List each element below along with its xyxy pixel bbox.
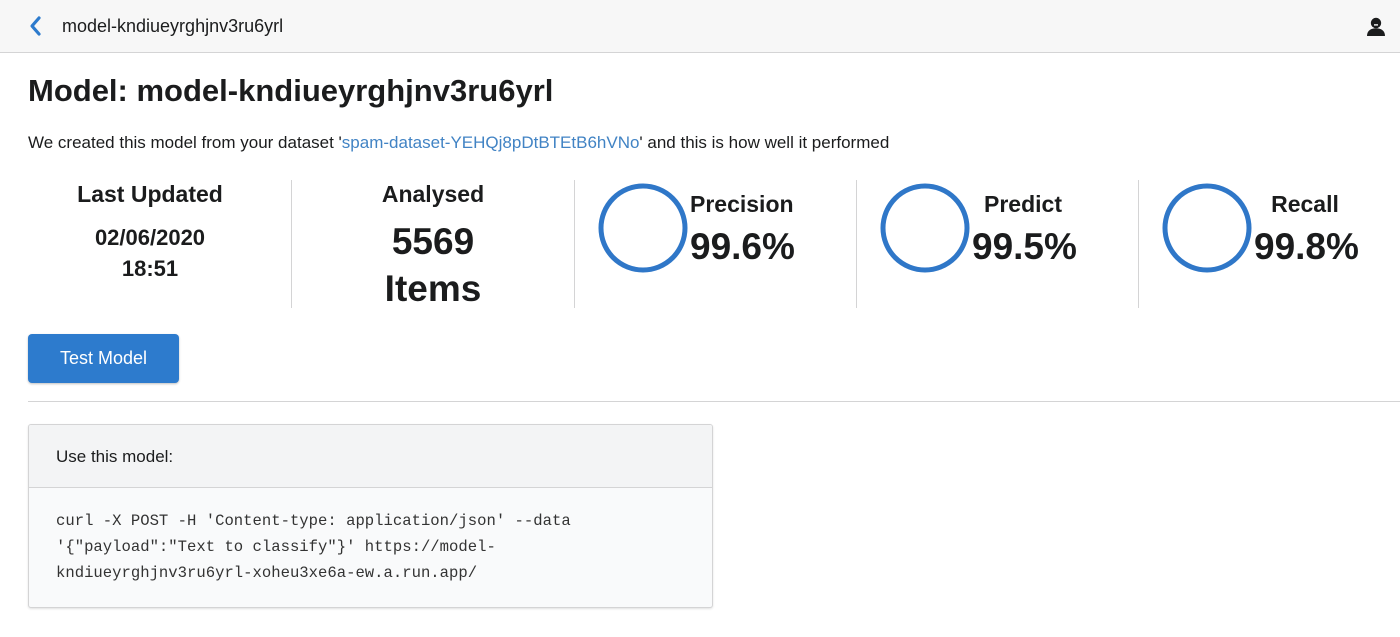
analysed-count: 5569 <box>391 221 475 262</box>
last-updated-time: 18:51 <box>121 256 179 281</box>
last-updated-label: Last Updated <box>77 181 223 207</box>
metric-label: Predict <box>984 191 1062 217</box>
section-divider <box>28 401 1400 402</box>
back-button[interactable] <box>24 13 48 39</box>
metric-recall: Recall 99.8% <box>1138 180 1400 308</box>
page-title: Model: model-kndiueyrghjnv3ru6yrl <box>28 73 554 108</box>
code-line: curl -X POST -H 'Content-type: applicati… <box>56 512 571 530</box>
metric-precision: Precision 99.6% <box>574 180 856 308</box>
intro-text: We created this model from your dataset … <box>28 132 889 154</box>
metric-label: Precision <box>690 191 794 217</box>
dataset-link[interactable]: spam-dataset-YEHQj8pDtBTEtB6hVNo <box>342 133 640 152</box>
intro-prefix: We created this model from your dataset … <box>28 133 342 152</box>
analysed-unit: Items <box>384 268 482 309</box>
top-bar: model-kndiueyrghjnv3ru6yrl <box>0 0 1400 53</box>
user-menu-button[interactable] <box>1365 15 1387 37</box>
user-icon <box>1367 17 1385 36</box>
topbar-title: model-kndiueyrghjnv3ru6yrl <box>62 16 284 36</box>
usage-code-block[interactable]: curl -X POST -H 'Content-type: applicati… <box>29 488 712 586</box>
circle-outline-icon <box>598 183 688 273</box>
last-updated-stat: Last Updated 02/06/2020 18:51 <box>9 180 291 308</box>
metric-label: Recall <box>1271 191 1339 217</box>
last-updated-date: 02/06/2020 <box>94 225 206 250</box>
analysed-stat: Analysed 5569 Items <box>292 180 574 309</box>
usage-card-header: Use this model: <box>29 425 712 488</box>
circle-outline-icon <box>880 183 970 273</box>
metric-value: 99.5% <box>972 226 1077 267</box>
analysed-label: Analysed <box>381 181 485 207</box>
code-line: '{"payload":"Text to classify"}' https:/… <box>56 538 496 556</box>
metric-value: 99.8% <box>1254 226 1359 267</box>
circle-outline-icon <box>1162 183 1252 273</box>
metric-predict: Predict 99.5% <box>856 180 1138 308</box>
metric-value: 99.6% <box>690 226 795 267</box>
usage-card: Use this model: curl -X POST -H 'Content… <box>28 424 713 608</box>
code-line: kndiueyrghjnv3ru6yrl-xoheu3xe6a-ew.a.run… <box>56 564 478 582</box>
chevron-left-icon <box>30 16 41 36</box>
test-model-button[interactable]: Test Model <box>28 334 179 383</box>
intro-suffix: ' and this is how well it performed <box>639 133 890 152</box>
